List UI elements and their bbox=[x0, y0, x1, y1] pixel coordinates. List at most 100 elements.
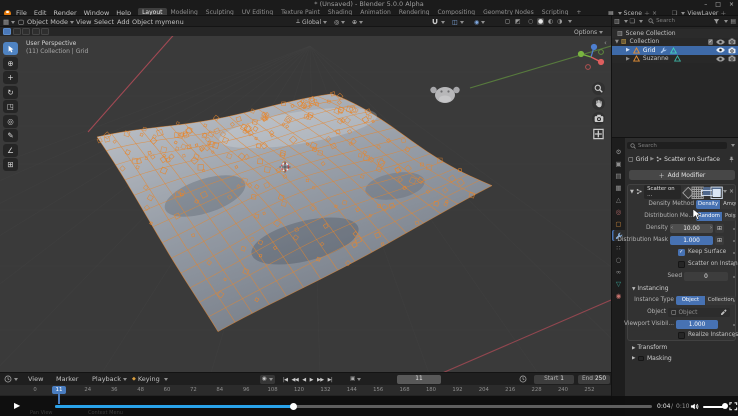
pin-icon[interactable] bbox=[728, 156, 735, 163]
jump-to-start-button[interactable]: |◀ bbox=[283, 377, 288, 383]
shading-solid-button[interactable]: ● bbox=[537, 18, 544, 25]
outliner-row-collection[interactable]: ▼ ▧ Collection ✓ bbox=[612, 38, 738, 47]
modifier-extras-dropdown[interactable] bbox=[723, 190, 727, 193]
render-toggle[interactable]: ▣ bbox=[712, 187, 721, 196]
end-frame-field[interactable]: End250 bbox=[578, 375, 610, 384]
start-frame-field[interactable]: Start1 bbox=[534, 375, 574, 384]
select-mode-intersect[interactable] bbox=[41, 28, 49, 35]
close-button[interactable]: × bbox=[729, 1, 734, 8]
zoom-icon[interactable] bbox=[592, 82, 605, 95]
tab-view-layer[interactable]: ▦ bbox=[612, 182, 625, 193]
play-button[interactable]: ▶ bbox=[310, 377, 313, 383]
playback-dropdown[interactable]: Playback bbox=[92, 374, 127, 384]
play-reverse-button[interactable]: ◀ bbox=[302, 377, 305, 383]
hide-eye-icon[interactable] bbox=[716, 56, 725, 62]
tab-material[interactable]: ◉ bbox=[612, 290, 625, 301]
outliner-search-input[interactable]: Search bbox=[645, 18, 711, 25]
modifier-close-button[interactable]: × bbox=[729, 188, 734, 195]
section-transform[interactable]: ▶ Transform bbox=[626, 342, 736, 353]
video-scrubber-handle[interactable] bbox=[290, 403, 297, 410]
prev-keyframe-button[interactable]: ◀◀ bbox=[292, 377, 299, 383]
xray-toggle[interactable]: ◩ bbox=[515, 18, 521, 25]
animate-dot[interactable] bbox=[733, 335, 735, 337]
tool-options-dropdown[interactable]: Options bbox=[574, 28, 603, 36]
eyedropper-icon[interactable] bbox=[720, 309, 727, 316]
tab-object-data[interactable]: ▽ bbox=[612, 278, 625, 289]
tool-rotate[interactable]: ↻ bbox=[3, 86, 18, 99]
sync-dropdown[interactable]: ▣ bbox=[350, 375, 361, 384]
snap-with-dropdown[interactable]: ◫ bbox=[452, 17, 464, 27]
animate-dot[interactable] bbox=[733, 276, 735, 278]
shading-wireframe-button[interactable]: ○ bbox=[528, 18, 533, 25]
sidebar-toggle-arrow[interactable]: ‹ bbox=[604, 39, 607, 47]
next-keyframe-button[interactable]: ▶▶ bbox=[317, 377, 324, 383]
animate-dot[interactable] bbox=[733, 228, 735, 230]
fullscreen-icon[interactable] bbox=[729, 402, 738, 411]
pan-hand-icon[interactable] bbox=[592, 97, 605, 110]
select-mode-set[interactable] bbox=[3, 28, 11, 35]
shading-rendered-button[interactable]: ◑ bbox=[557, 18, 562, 25]
instance-type-object[interactable]: Object bbox=[676, 296, 705, 305]
distribution-mask-slider[interactable]: 1.000 bbox=[670, 236, 713, 245]
shading-dropdown[interactable] bbox=[568, 20, 572, 23]
object-picker-field[interactable]: ▢ Object bbox=[668, 308, 730, 317]
viewport-canvas[interactable] bbox=[0, 36, 611, 372]
auto-keyframe-button[interactable]: ◉ bbox=[260, 375, 275, 384]
tab-output[interactable]: ▤ bbox=[612, 170, 625, 181]
outliner-row-scene-collection[interactable]: ▥ Scene Collection bbox=[612, 29, 738, 38]
tool-move[interactable]: + bbox=[3, 71, 18, 84]
tab-constraints[interactable]: ∞ bbox=[612, 266, 625, 277]
mode-dropdown[interactable]: Object Mode bbox=[27, 17, 74, 27]
transform-orientation-dropdown[interactable]: ⟂Global bbox=[296, 17, 327, 27]
select-mode-subtract[interactable] bbox=[22, 28, 30, 35]
viewport-menu-mymenu[interactable]: mymenu bbox=[155, 18, 184, 26]
tab-object[interactable]: ▢ bbox=[612, 218, 625, 229]
timeline-menu-view[interactable]: View bbox=[28, 375, 43, 383]
current-frame-field[interactable]: 11 bbox=[397, 375, 441, 384]
new-collection-button[interactable]: ▤ bbox=[730, 18, 736, 25]
viewport-menu-add[interactable]: Add bbox=[117, 18, 130, 26]
animate-dot[interactable] bbox=[733, 252, 735, 254]
tool-scale[interactable]: ◳ bbox=[3, 100, 18, 113]
viewport-menu-view[interactable]: View bbox=[76, 18, 91, 26]
select-mode-invert[interactable] bbox=[32, 28, 40, 35]
hide-eye-icon[interactable] bbox=[716, 39, 725, 45]
tab-world[interactable]: ◎ bbox=[612, 206, 625, 217]
tab-render[interactable]: ▣ bbox=[612, 158, 625, 169]
timeline-menu-marker[interactable]: Marker bbox=[56, 375, 78, 383]
render-camera-icon[interactable] bbox=[728, 55, 736, 62]
filter-funnel-icon[interactable] bbox=[713, 18, 720, 25]
tool-select-box[interactable] bbox=[3, 42, 18, 55]
maximize-button[interactable]: □ bbox=[715, 1, 721, 8]
scatter-on-instances-checkbox[interactable] bbox=[678, 261, 685, 268]
properties-options-dropdown[interactable] bbox=[731, 144, 735, 147]
render-camera-icon[interactable] bbox=[728, 47, 736, 54]
viewport-3d[interactable]: User Perspective (11) Collection | Grid … bbox=[0, 36, 611, 372]
hide-eye-icon[interactable] bbox=[716, 47, 725, 53]
outliner-row-suzanne[interactable]: ▶ Suzanne bbox=[612, 55, 738, 64]
tool-measure[interactable]: ∠ bbox=[3, 144, 18, 157]
modifier-panel-header[interactable]: ▼ Scatter on ... ◇ ▦ ▭ ▣ × bbox=[630, 186, 734, 197]
tab-physics[interactable]: ○ bbox=[612, 254, 625, 265]
density-attribute-button[interactable]: ⊞ bbox=[715, 224, 724, 233]
tool-add-cube[interactable]: ⊞ bbox=[3, 158, 18, 171]
density-field[interactable]: ‹ 10.00 › bbox=[670, 224, 713, 233]
volume-handle[interactable] bbox=[722, 403, 728, 409]
show-overlays-toggle[interactable]: ◻ bbox=[505, 18, 510, 25]
collection-exclude-checkbox[interactable]: ✓ bbox=[708, 39, 714, 45]
animate-dot[interactable] bbox=[733, 204, 735, 206]
tab-tool[interactable]: ⚙ bbox=[612, 146, 625, 157]
render-camera-icon[interactable] bbox=[728, 38, 736, 45]
play-video-button[interactable]: ▶ bbox=[14, 401, 20, 410]
density-method-density[interactable]: Density bbox=[696, 200, 720, 209]
animate-dot[interactable] bbox=[733, 240, 735, 242]
tool-annotate[interactable]: ✎ bbox=[3, 129, 18, 142]
tab-scene[interactable]: △ bbox=[612, 194, 625, 205]
select-mode-extend[interactable] bbox=[13, 28, 21, 35]
section-masking[interactable]: ▶Masking bbox=[626, 353, 736, 364]
pivot-point-dropdown[interactable]: ◎ bbox=[334, 17, 345, 27]
properties-search-input[interactable]: Search bbox=[627, 142, 727, 149]
tab-particles[interactable]: ∷ bbox=[612, 242, 625, 253]
animate-dot[interactable] bbox=[733, 300, 735, 302]
tool-cursor[interactable]: ⊕ bbox=[3, 57, 18, 70]
